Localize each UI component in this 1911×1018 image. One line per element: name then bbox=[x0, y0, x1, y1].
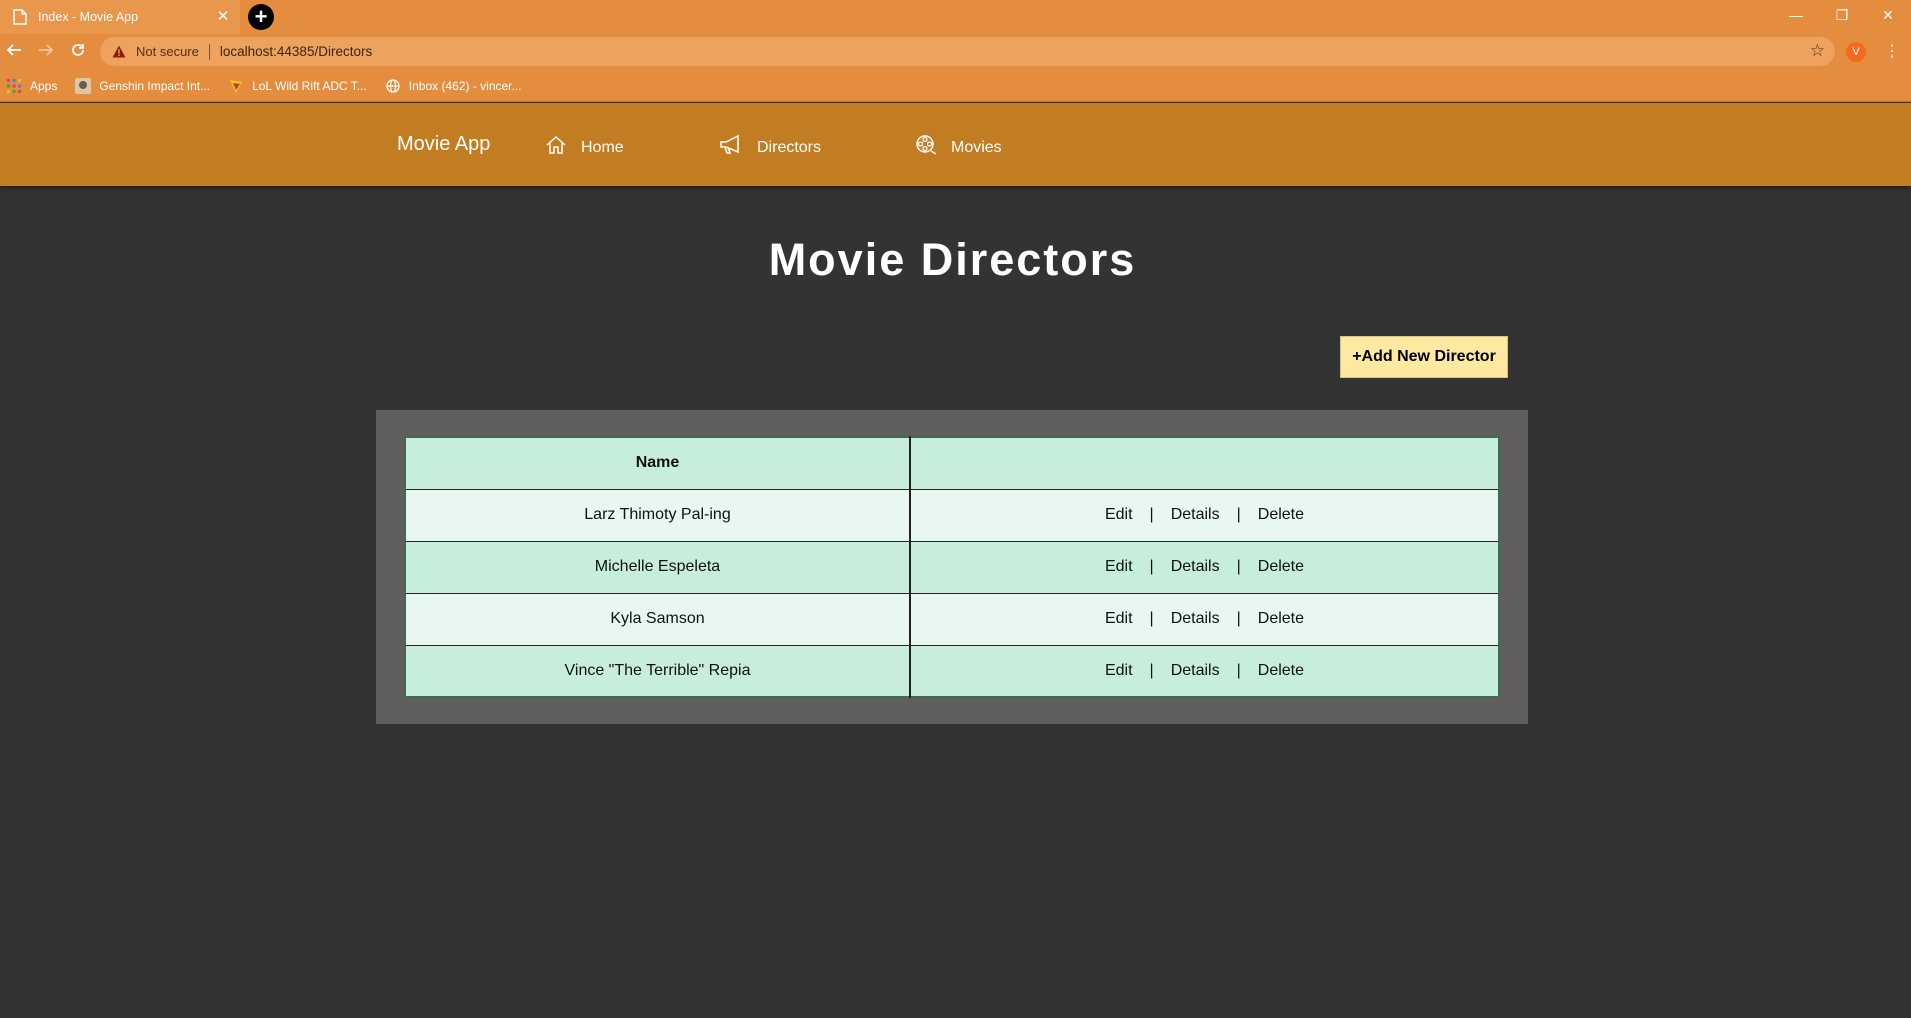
delete-link[interactable]: Delete bbox=[1258, 662, 1304, 680]
address-separator bbox=[208, 43, 210, 60]
row-actions: Edit | Details | Delete bbox=[910, 488, 1499, 541]
details-link[interactable]: Details bbox=[1171, 662, 1220, 680]
address-bar[interactable]: Not secure localhost:44385/Directors ☆ bbox=[100, 37, 1835, 66]
table-row: Michelle Espeleta Edit | Details | Delet… bbox=[405, 540, 1499, 593]
reload-icon[interactable] bbox=[68, 42, 88, 62]
table-row: Kyla Samson Edit | Details | Delete bbox=[405, 592, 1499, 645]
bookmark-label: Inbox (462) - vincer... bbox=[408, 78, 522, 93]
bookmark-label: Genshin Impact Int... bbox=[99, 78, 211, 93]
delete-link[interactable]: Delete bbox=[1258, 506, 1304, 524]
details-link[interactable]: Details bbox=[1171, 506, 1220, 524]
brand-link[interactable]: Movie App bbox=[397, 133, 490, 156]
profile-avatar[interactable]: V bbox=[1846, 42, 1866, 62]
browser-tab[interactable]: Index - Movie App ✕ bbox=[0, 0, 240, 34]
browser-menu-icon[interactable]: ⋮ bbox=[1884, 42, 1900, 62]
browser-toolbar: Not secure localhost:44385/Directors ☆ V… bbox=[0, 34, 1911, 70]
browser-tab-strip: Index - Movie App ✕ + — ❐ ✕ bbox=[0, 0, 1911, 34]
action-separator: | bbox=[1149, 661, 1154, 679]
close-window-button[interactable]: ✕ bbox=[1865, 0, 1911, 30]
tab-close-icon[interactable]: ✕ bbox=[214, 8, 232, 26]
not-secure-label[interactable]: Not secure bbox=[136, 44, 199, 59]
bookmark-wild-rift[interactable]: LoL Wild Rift ADC T... bbox=[228, 78, 367, 94]
edit-link[interactable]: Edit bbox=[1105, 610, 1133, 628]
details-link[interactable]: Details bbox=[1171, 610, 1220, 628]
edit-link[interactable]: Edit bbox=[1105, 558, 1133, 576]
new-tab-button[interactable]: + bbox=[248, 4, 274, 30]
url-text[interactable]: localhost:44385/Directors bbox=[220, 44, 372, 59]
director-name: Larz Thimoty Pal-ing bbox=[405, 488, 911, 541]
column-header-name: Name bbox=[405, 436, 911, 489]
bookmark-label: LoL Wild Rift ADC T... bbox=[252, 78, 367, 93]
bookmark-label: Apps bbox=[30, 78, 58, 93]
forward-arrow-icon[interactable] bbox=[36, 42, 56, 62]
nav-item-directors[interactable]: Directors bbox=[719, 134, 821, 161]
add-director-button[interactable]: +Add New Director bbox=[1340, 336, 1508, 378]
tab-title: Index - Movie App bbox=[38, 10, 139, 24]
column-header-actions bbox=[910, 436, 1499, 489]
action-separator: | bbox=[1149, 610, 1154, 627]
directors-table-panel: Name Larz Thimoty Pal-ing Edit | Details… bbox=[376, 410, 1528, 724]
nav-item-home[interactable]: Home bbox=[545, 134, 624, 161]
director-name: Vince "The Terrible" Repia bbox=[405, 644, 911, 697]
nav-item-movies[interactable]: Movies bbox=[915, 134, 1002, 161]
table-row: Larz Thimoty Pal-ing Edit | Details | De… bbox=[405, 488, 1499, 541]
globe-icon bbox=[385, 78, 401, 94]
action-separator: | bbox=[1236, 558, 1241, 575]
nav-item-label: Movies bbox=[951, 138, 1002, 156]
table-header-row: Name bbox=[405, 436, 1499, 489]
bookmarks-bar: Apps Genshin Impact Int... LoL Wild Rift… bbox=[0, 70, 1911, 102]
bookmark-inbox[interactable]: Inbox (462) - vincer... bbox=[385, 78, 522, 94]
wild-rift-icon bbox=[228, 78, 244, 94]
table-row: Vince "The Terrible" Repia Edit | Detail… bbox=[405, 644, 1499, 697]
page-favicon-icon bbox=[12, 8, 28, 26]
genshin-icon bbox=[75, 77, 92, 94]
nav-item-label: Home bbox=[581, 138, 624, 156]
warning-icon bbox=[112, 45, 126, 58]
film-reel-icon bbox=[915, 134, 951, 161]
minimize-button[interactable]: — bbox=[1773, 0, 1819, 30]
delete-link[interactable]: Delete bbox=[1258, 558, 1304, 576]
apps-grid-icon bbox=[6, 78, 22, 94]
action-separator: | bbox=[1236, 661, 1241, 679]
details-link[interactable]: Details bbox=[1171, 558, 1220, 576]
delete-link[interactable]: Delete bbox=[1258, 610, 1304, 628]
bookmark-apps[interactable]: Apps bbox=[6, 78, 57, 94]
action-separator: | bbox=[1149, 558, 1154, 575]
row-actions: Edit | Details | Delete bbox=[910, 540, 1499, 593]
row-actions: Edit | Details | Delete bbox=[910, 644, 1499, 697]
megaphone-icon bbox=[719, 134, 757, 161]
action-separator: | bbox=[1236, 506, 1241, 523]
edit-link[interactable]: Edit bbox=[1105, 506, 1133, 524]
window-controls: — ❐ ✕ bbox=[1773, 0, 1911, 30]
bookmark-genshin[interactable]: Genshin Impact Int... bbox=[75, 77, 211, 94]
back-arrow-icon[interactable] bbox=[4, 42, 24, 62]
action-separator: | bbox=[1236, 610, 1241, 627]
bookmark-star-icon[interactable]: ☆ bbox=[1810, 42, 1825, 60]
edit-link[interactable]: Edit bbox=[1105, 662, 1133, 680]
home-icon bbox=[545, 134, 581, 161]
app-navbar: Movie App Home Directors Movies bbox=[0, 103, 1911, 186]
director-name: Michelle Espeleta bbox=[405, 540, 911, 593]
action-separator: | bbox=[1149, 506, 1154, 523]
director-name: Kyla Samson bbox=[405, 592, 911, 645]
directors-table: Name Larz Thimoty Pal-ing Edit | Details… bbox=[404, 436, 1500, 698]
row-actions: Edit | Details | Delete bbox=[910, 592, 1499, 645]
restore-button[interactable]: ❐ bbox=[1819, 0, 1865, 30]
page-title: Movie Directors bbox=[768, 234, 1137, 285]
nav-item-label: Directors bbox=[757, 138, 822, 156]
